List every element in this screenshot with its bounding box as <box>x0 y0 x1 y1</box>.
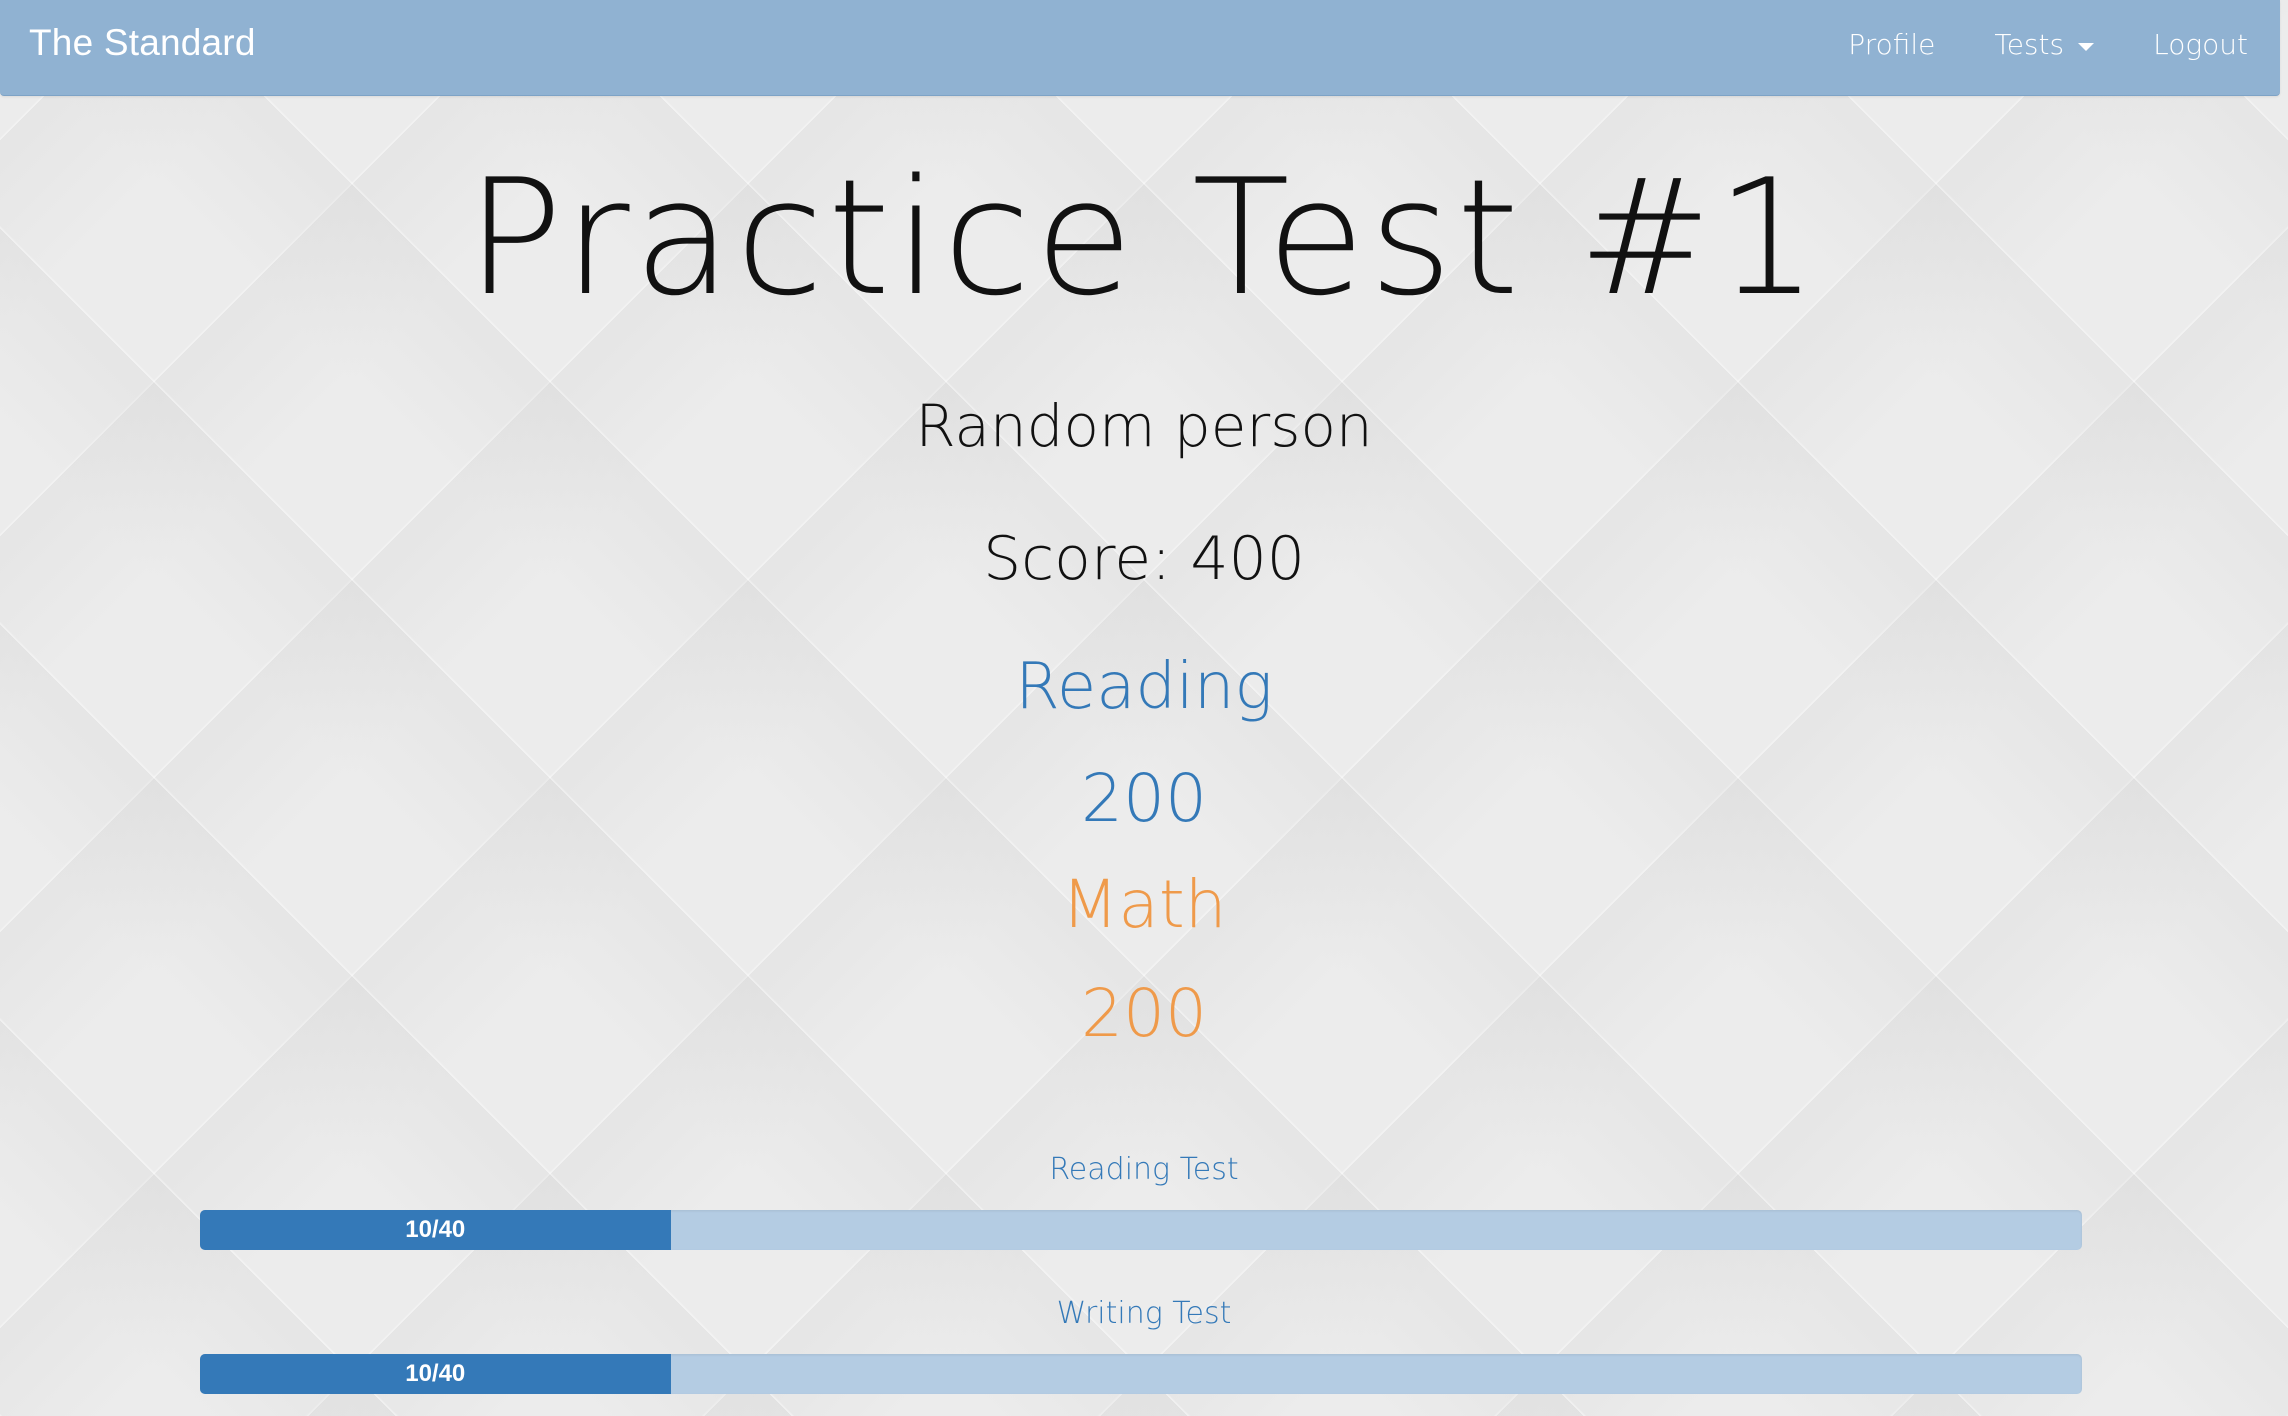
reading-test-progress-fill: 10/40 <box>200 1210 671 1250</box>
brand-link[interactable]: The Standard <box>29 22 256 64</box>
math-section-label: Math <box>1061 866 1227 943</box>
caret-down-icon <box>2078 42 2095 51</box>
reading-score: 200 <box>1081 760 1207 837</box>
nav-logout-label: Logout <box>2153 28 2248 61</box>
reading-test-progress-bar: 10/40 <box>200 1210 2082 1250</box>
nav-tests-label: Tests <box>1994 28 2065 61</box>
reading-section-label: Reading <box>1015 650 1273 724</box>
nav-profile-label: Profile <box>1848 28 1936 61</box>
writing-test-label: Writing Test <box>1056 1296 1232 1331</box>
nav-tests-dropdown[interactable]: Tests <box>1994 28 2095 61</box>
math-score: 200 <box>1081 975 1207 1052</box>
total-score: Score: 400 <box>983 524 1305 594</box>
nav-profile-link[interactable]: Profile <box>1848 28 1935 61</box>
writing-test-progress-fill: 10/40 <box>200 1354 671 1394</box>
student-name: Random person <box>915 392 1373 460</box>
navbar: The Standard Profile Tests Logout <box>0 0 2280 96</box>
page-title: Practice Test #1 <box>466 144 1822 331</box>
writing-test-progress-bar: 10/40 <box>200 1354 2082 1394</box>
nav-logout-link[interactable]: Logout <box>2153 28 2248 61</box>
nav-links: Profile Tests Logout <box>1789 28 2248 61</box>
reading-test-label: Reading Test <box>1049 1152 1239 1187</box>
